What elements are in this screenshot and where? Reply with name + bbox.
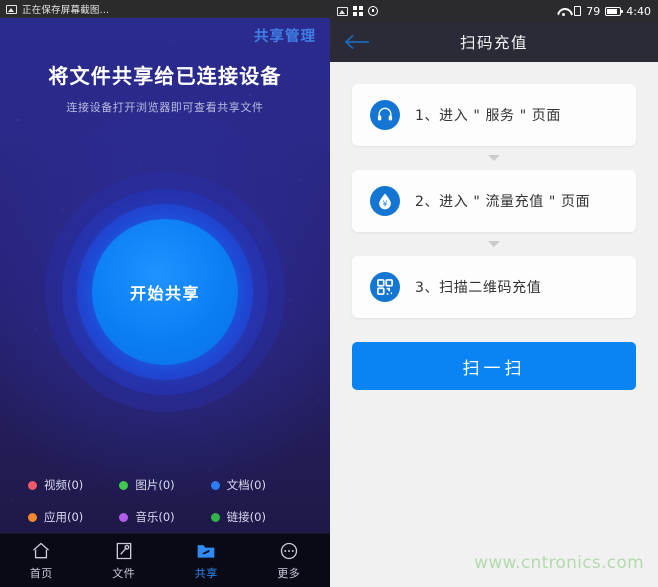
- start-share-button[interactable]: 开始共享: [45, 172, 285, 412]
- share-folder-icon: [195, 541, 217, 561]
- legend-label: 图片(0): [135, 478, 175, 492]
- legend-label: 音乐(0): [135, 510, 175, 524]
- screenshot-root: 正在保存屏幕截图... 共享管理 将文件共享给已连接设备 连接设备打开浏览器即可…: [0, 0, 658, 587]
- chevron-down-icon: [352, 146, 636, 170]
- page-title: 将文件共享给已连接设备: [48, 64, 282, 88]
- left-status-bar: 正在保存屏幕截图...: [0, 0, 330, 18]
- legend-label: 视频(0): [44, 478, 84, 492]
- legend-item[interactable]: 视频(0): [28, 477, 119, 493]
- legend-dot-icon: [119, 480, 129, 490]
- step-label: 3、扫描二维码充值: [415, 280, 542, 296]
- scan-button[interactable]: 扫一扫: [352, 342, 636, 390]
- battery-icon: [605, 6, 624, 16]
- chevron-down-icon: [352, 232, 636, 256]
- step-card-3[interactable]: 3、扫描二维码充值: [352, 256, 636, 318]
- image-icon: [6, 4, 17, 14]
- service-headset-icon: [370, 100, 400, 130]
- bottom-navigation-bar: 首页 文件 共享 更多: [0, 533, 330, 587]
- svg-text:¥: ¥: [383, 199, 388, 208]
- image-icon: [337, 6, 348, 16]
- legend-item[interactable]: 链接(0): [210, 509, 302, 525]
- home-icon: [30, 541, 52, 561]
- step-card-1[interactable]: 1、进入 " 服务 " 页面: [352, 84, 636, 146]
- left-title-block: 将文件共享给已连接设备 连接设备打开浏览器即可查看共享文件: [0, 60, 330, 115]
- status-right-icons: 79 4:40: [557, 5, 651, 18]
- legend-dot-icon: [28, 480, 37, 490]
- qrcode-icon: [370, 272, 400, 302]
- nav-label: 更多: [277, 566, 301, 580]
- legend-dot-icon: [210, 480, 220, 490]
- legend-item[interactable]: 音乐(0): [119, 509, 210, 525]
- left-phone-panel: 正在保存屏幕截图... 共享管理 将文件共享给已连接设备 连接设备打开浏览器即可…: [0, 0, 330, 587]
- left-status-text: 正在保存屏幕截图...: [22, 5, 110, 16]
- legend-item[interactable]: 图片(0): [119, 477, 210, 493]
- left-header: 共享管理: [0, 18, 330, 52]
- step-card-2[interactable]: ¥ 2、进入 " 流量充值 " 页面: [352, 170, 636, 232]
- nav-item-files[interactable]: 文件: [83, 541, 166, 581]
- step-label: 1、进入 " 服务 " 页面: [415, 108, 561, 124]
- nav-item-more[interactable]: 更多: [248, 541, 331, 581]
- legend-dot-icon: [210, 512, 220, 522]
- page-subtitle: 连接设备打开浏览器即可查看共享文件: [66, 101, 264, 114]
- steps-list: 1、进入 " 服务 " 页面 ¥ 2、进入 " 流量充值 " 页面 3、扫描二维…: [330, 62, 658, 318]
- file-type-legend: 视频(0) 图片(0) 文档(0) 应用(0) 音乐(0) 链接(0): [0, 477, 330, 525]
- nav-item-share[interactable]: 共享: [165, 541, 248, 581]
- legend-label: 应用(0): [44, 510, 84, 524]
- page-title: 扫码充值: [459, 34, 528, 52]
- file-icon: [113, 541, 135, 561]
- legend-label: 链接(0): [226, 510, 266, 524]
- start-share-label: 开始共享: [129, 284, 201, 303]
- water-drop-yuan-icon: ¥: [370, 186, 400, 216]
- more-icon: [278, 541, 300, 561]
- legend-item[interactable]: 文档(0): [210, 477, 302, 493]
- legend-dot-icon: [119, 512, 129, 522]
- grid-icon: [353, 6, 363, 16]
- right-phone-panel: 79 4:40 扫码充值 1、进入 " 服务 " 页面 ¥ 2、进入 " 流量充…: [330, 0, 658, 587]
- step-label: 2、进入 " 流量充值 " 页面: [415, 194, 591, 210]
- status-time: 4:40: [626, 4, 651, 18]
- signal-value: 79: [586, 4, 601, 18]
- back-arrow-icon[interactable]: [344, 34, 370, 50]
- sim-icon: [574, 6, 582, 16]
- right-status-bar: 79 4:40: [330, 0, 658, 22]
- nav-label: 共享: [194, 566, 218, 580]
- status-left-icons: [337, 6, 378, 16]
- legend-dot-icon: [28, 512, 37, 522]
- nav-label: 文件: [112, 566, 136, 580]
- legend-label: 文档(0): [226, 478, 266, 492]
- share-management-link[interactable]: 共享管理: [254, 25, 316, 46]
- wifi-icon: [557, 7, 569, 16]
- clock-icon: [368, 6, 378, 16]
- watermark: www.cntronics.com: [474, 553, 644, 573]
- nav-item-home[interactable]: 首页: [0, 541, 83, 581]
- nav-label: 首页: [29, 566, 53, 580]
- legend-item[interactable]: 应用(0): [28, 509, 119, 525]
- right-header: 扫码充值: [330, 22, 658, 62]
